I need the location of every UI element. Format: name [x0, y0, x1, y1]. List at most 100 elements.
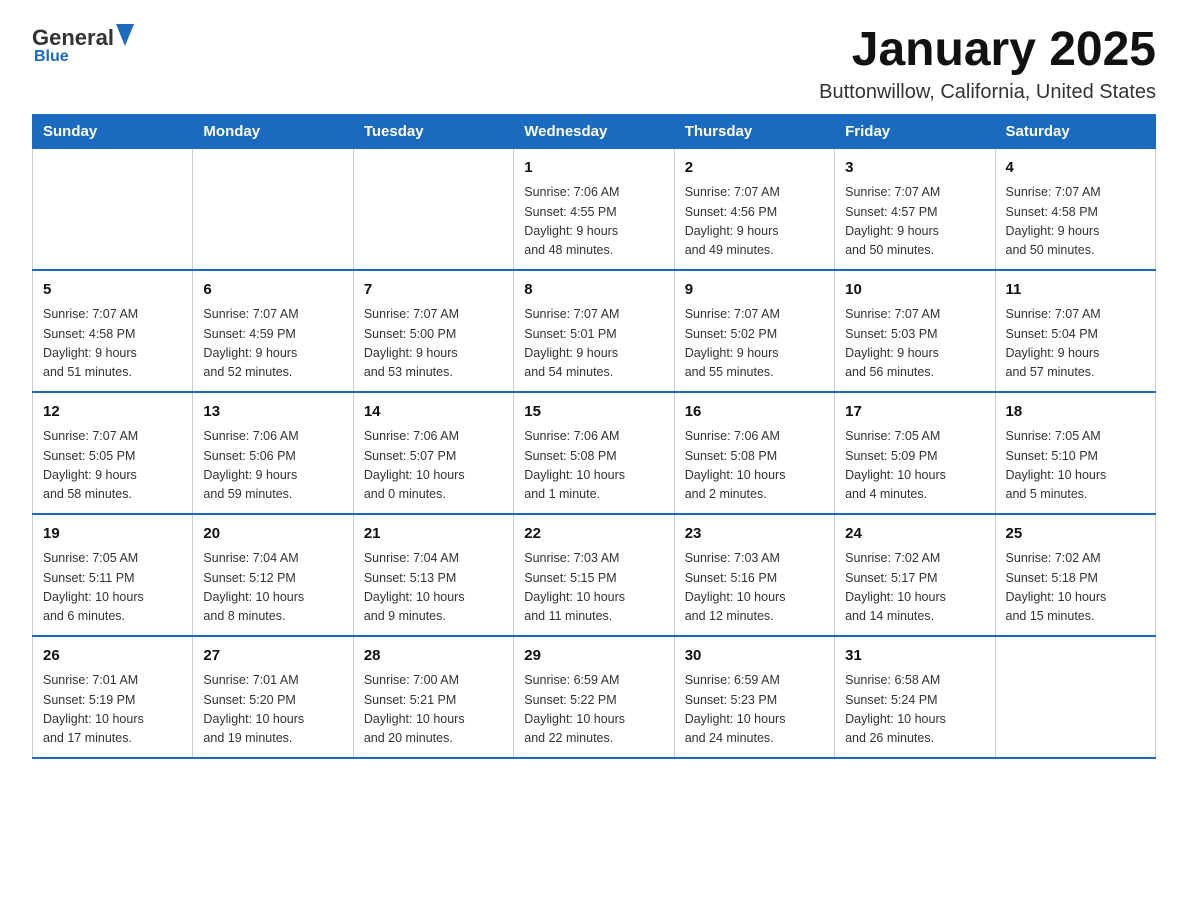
weekday-header: Wednesday: [514, 114, 674, 148]
day-info: Sunrise: 7:00 AMSunset: 5:21 PMDaylight:…: [364, 671, 503, 749]
calendar-week-row: 1 Sunrise: 7:06 AMSunset: 4:55 PMDaylight…: [33, 148, 1156, 270]
weekday-header: Tuesday: [353, 114, 513, 148]
calendar-table: SundayMondayTuesdayWednesdayThursdayFrid…: [32, 114, 1156, 759]
calendar-week-row: 5 Sunrise: 7:07 AMSunset: 4:58 PMDaylight…: [33, 270, 1156, 392]
day-number: 31: [845, 645, 984, 668]
day-number: 26: [43, 645, 182, 668]
day-number: 13: [203, 401, 342, 424]
calendar-cell: 30Sunrise: 6:59 AMSunset: 5:23 PMDayligh…: [674, 636, 834, 758]
calendar-week-row: 12Sunrise: 7:07 AMSunset: 5:05 PMDayligh…: [33, 392, 1156, 514]
day-info: Sunrise: 7:05 AMSunset: 5:11 PMDaylight:…: [43, 549, 182, 627]
calendar-cell: 8 Sunrise: 7:07 AMSunset: 5:01 PMDaylight…: [514, 270, 674, 392]
calendar-cell: 24Sunrise: 7:02 AMSunset: 5:17 PMDayligh…: [835, 514, 995, 636]
calendar-cell: 15 Sunrise: 7:06 AMSunset: 5:08 PMDayligh…: [514, 392, 674, 514]
calendar-cell: 16Sunrise: 7:06 AMSunset: 5:08 PMDayligh…: [674, 392, 834, 514]
day-info: Sunrise: 7:07 AMSunset: 4:59 PMDaylight:…: [203, 305, 342, 383]
day-number: 7: [364, 279, 503, 302]
calendar-cell: 14 Sunrise: 7:06 AMSunset: 5:07 PMDayligh…: [353, 392, 513, 514]
day-number: 1: [524, 157, 663, 180]
calendar-cell: 13 Sunrise: 7:06 AMSunset: 5:06 PMDayligh…: [193, 392, 353, 514]
day-number: 2: [685, 157, 824, 180]
day-number: 9: [685, 279, 824, 302]
calendar-week-row: 26 Sunrise: 7:01 AMSunset: 5:19 PMDayligh…: [33, 636, 1156, 758]
calendar-cell: 5 Sunrise: 7:07 AMSunset: 4:58 PMDaylight…: [33, 270, 193, 392]
day-info: Sunrise: 6:59 AMSunset: 5:23 PMDaylight:…: [685, 671, 824, 749]
day-info: Sunrise: 7:07 AMSunset: 4:56 PMDaylight:…: [685, 183, 824, 261]
logo-arrow-icon: [116, 24, 134, 46]
day-info: Sunrise: 7:06 AMSunset: 4:55 PMDaylight:…: [524, 183, 663, 261]
calendar-cell: 1 Sunrise: 7:06 AMSunset: 4:55 PMDaylight…: [514, 148, 674, 270]
calendar-header-row: SundayMondayTuesdayWednesdayThursdayFrid…: [33, 114, 1156, 148]
day-number: 28: [364, 645, 503, 668]
day-info: Sunrise: 7:06 AMSunset: 5:07 PMDaylight:…: [364, 427, 503, 505]
day-number: 12: [43, 401, 182, 424]
logo-blue: Blue: [34, 48, 69, 66]
calendar-cell: 9 Sunrise: 7:07 AMSunset: 5:02 PMDaylight…: [674, 270, 834, 392]
day-info: Sunrise: 7:04 AMSunset: 5:13 PMDaylight:…: [364, 549, 503, 627]
day-number: 5: [43, 279, 182, 302]
day-number: 21: [364, 523, 503, 546]
calendar-cell: 28 Sunrise: 7:00 AMSunset: 5:21 PMDayligh…: [353, 636, 513, 758]
day-info: Sunrise: 7:07 AMSunset: 5:00 PMDaylight:…: [364, 305, 503, 383]
calendar-cell: 22Sunrise: 7:03 AMSunset: 5:15 PMDayligh…: [514, 514, 674, 636]
day-info: Sunrise: 7:03 AMSunset: 5:15 PMDaylight:…: [524, 549, 663, 627]
weekday-header: Thursday: [674, 114, 834, 148]
day-number: 8: [524, 279, 663, 302]
day-info: Sunrise: 6:58 AMSunset: 5:24 PMDaylight:…: [845, 671, 984, 749]
day-number: 6: [203, 279, 342, 302]
calendar-cell: 12Sunrise: 7:07 AMSunset: 5:05 PMDayligh…: [33, 392, 193, 514]
weekday-header: Saturday: [995, 114, 1155, 148]
day-number: 27: [203, 645, 342, 668]
calendar-cell: [353, 148, 513, 270]
weekday-header: Sunday: [33, 114, 193, 148]
day-number: 15: [524, 401, 663, 424]
calendar-cell: 7 Sunrise: 7:07 AMSunset: 5:00 PMDaylight…: [353, 270, 513, 392]
day-number: 4: [1006, 157, 1145, 180]
calendar-cell: 10 Sunrise: 7:07 AMSunset: 5:03 PMDayligh…: [835, 270, 995, 392]
day-info: Sunrise: 7:02 AMSunset: 5:18 PMDaylight:…: [1006, 549, 1145, 627]
calendar-cell: 27 Sunrise: 7:01 AMSunset: 5:20 PMDayligh…: [193, 636, 353, 758]
day-info: Sunrise: 7:05 AMSunset: 5:09 PMDaylight:…: [845, 427, 984, 505]
page-title: January 2025: [819, 24, 1156, 77]
day-info: Sunrise: 7:07 AMSunset: 5:02 PMDaylight:…: [685, 305, 824, 383]
calendar-cell: 23Sunrise: 7:03 AMSunset: 5:16 PMDayligh…: [674, 514, 834, 636]
day-number: 25: [1006, 523, 1145, 546]
day-info: Sunrise: 7:01 AMSunset: 5:19 PMDaylight:…: [43, 671, 182, 749]
calendar-cell: 20Sunrise: 7:04 AMSunset: 5:12 PMDayligh…: [193, 514, 353, 636]
calendar-cell: 25 Sunrise: 7:02 AMSunset: 5:18 PMDayligh…: [995, 514, 1155, 636]
day-number: 10: [845, 279, 984, 302]
day-number: 14: [364, 401, 503, 424]
calendar-cell: 3 Sunrise: 7:07 AMSunset: 4:57 PMDaylight…: [835, 148, 995, 270]
day-info: Sunrise: 6:59 AMSunset: 5:22 PMDaylight:…: [524, 671, 663, 749]
day-info: Sunrise: 7:01 AMSunset: 5:20 PMDaylight:…: [203, 671, 342, 749]
day-number: 29: [524, 645, 663, 668]
calendar-cell: 2 Sunrise: 7:07 AMSunset: 4:56 PMDaylight…: [674, 148, 834, 270]
day-info: Sunrise: 7:07 AMSunset: 4:58 PMDaylight:…: [1006, 183, 1145, 261]
calendar-cell: 6 Sunrise: 7:07 AMSunset: 4:59 PMDaylight…: [193, 270, 353, 392]
calendar-cell: [33, 148, 193, 270]
day-info: Sunrise: 7:06 AMSunset: 5:06 PMDaylight:…: [203, 427, 342, 505]
calendar-cell: 11 Sunrise: 7:07 AMSunset: 5:04 PMDayligh…: [995, 270, 1155, 392]
calendar-cell: 21 Sunrise: 7:04 AMSunset: 5:13 PMDayligh…: [353, 514, 513, 636]
calendar-cell: 19Sunrise: 7:05 AMSunset: 5:11 PMDayligh…: [33, 514, 193, 636]
calendar-cell: 4 Sunrise: 7:07 AMSunset: 4:58 PMDaylight…: [995, 148, 1155, 270]
weekday-header: Monday: [193, 114, 353, 148]
calendar-cell: [995, 636, 1155, 758]
page-header: General Blue January 2025 Buttonwillow, …: [32, 24, 1156, 104]
day-info: Sunrise: 7:07 AMSunset: 5:04 PMDaylight:…: [1006, 305, 1145, 383]
day-number: 11: [1006, 279, 1145, 302]
day-number: 3: [845, 157, 984, 180]
day-info: Sunrise: 7:06 AMSunset: 5:08 PMDaylight:…: [524, 427, 663, 505]
calendar-cell: [193, 148, 353, 270]
day-info: Sunrise: 7:03 AMSunset: 5:16 PMDaylight:…: [685, 549, 824, 627]
day-info: Sunrise: 7:02 AMSunset: 5:17 PMDaylight:…: [845, 549, 984, 627]
page-subtitle: Buttonwillow, California, United States: [819, 81, 1156, 104]
day-info: Sunrise: 7:07 AMSunset: 5:01 PMDaylight:…: [524, 305, 663, 383]
day-info: Sunrise: 7:07 AMSunset: 4:57 PMDaylight:…: [845, 183, 984, 261]
day-info: Sunrise: 7:07 AMSunset: 4:58 PMDaylight:…: [43, 305, 182, 383]
day-info: Sunrise: 7:04 AMSunset: 5:12 PMDaylight:…: [203, 549, 342, 627]
day-number: 16: [685, 401, 824, 424]
weekday-header: Friday: [835, 114, 995, 148]
day-info: Sunrise: 7:05 AMSunset: 5:10 PMDaylight:…: [1006, 427, 1145, 505]
day-info: Sunrise: 7:07 AMSunset: 5:03 PMDaylight:…: [845, 305, 984, 383]
